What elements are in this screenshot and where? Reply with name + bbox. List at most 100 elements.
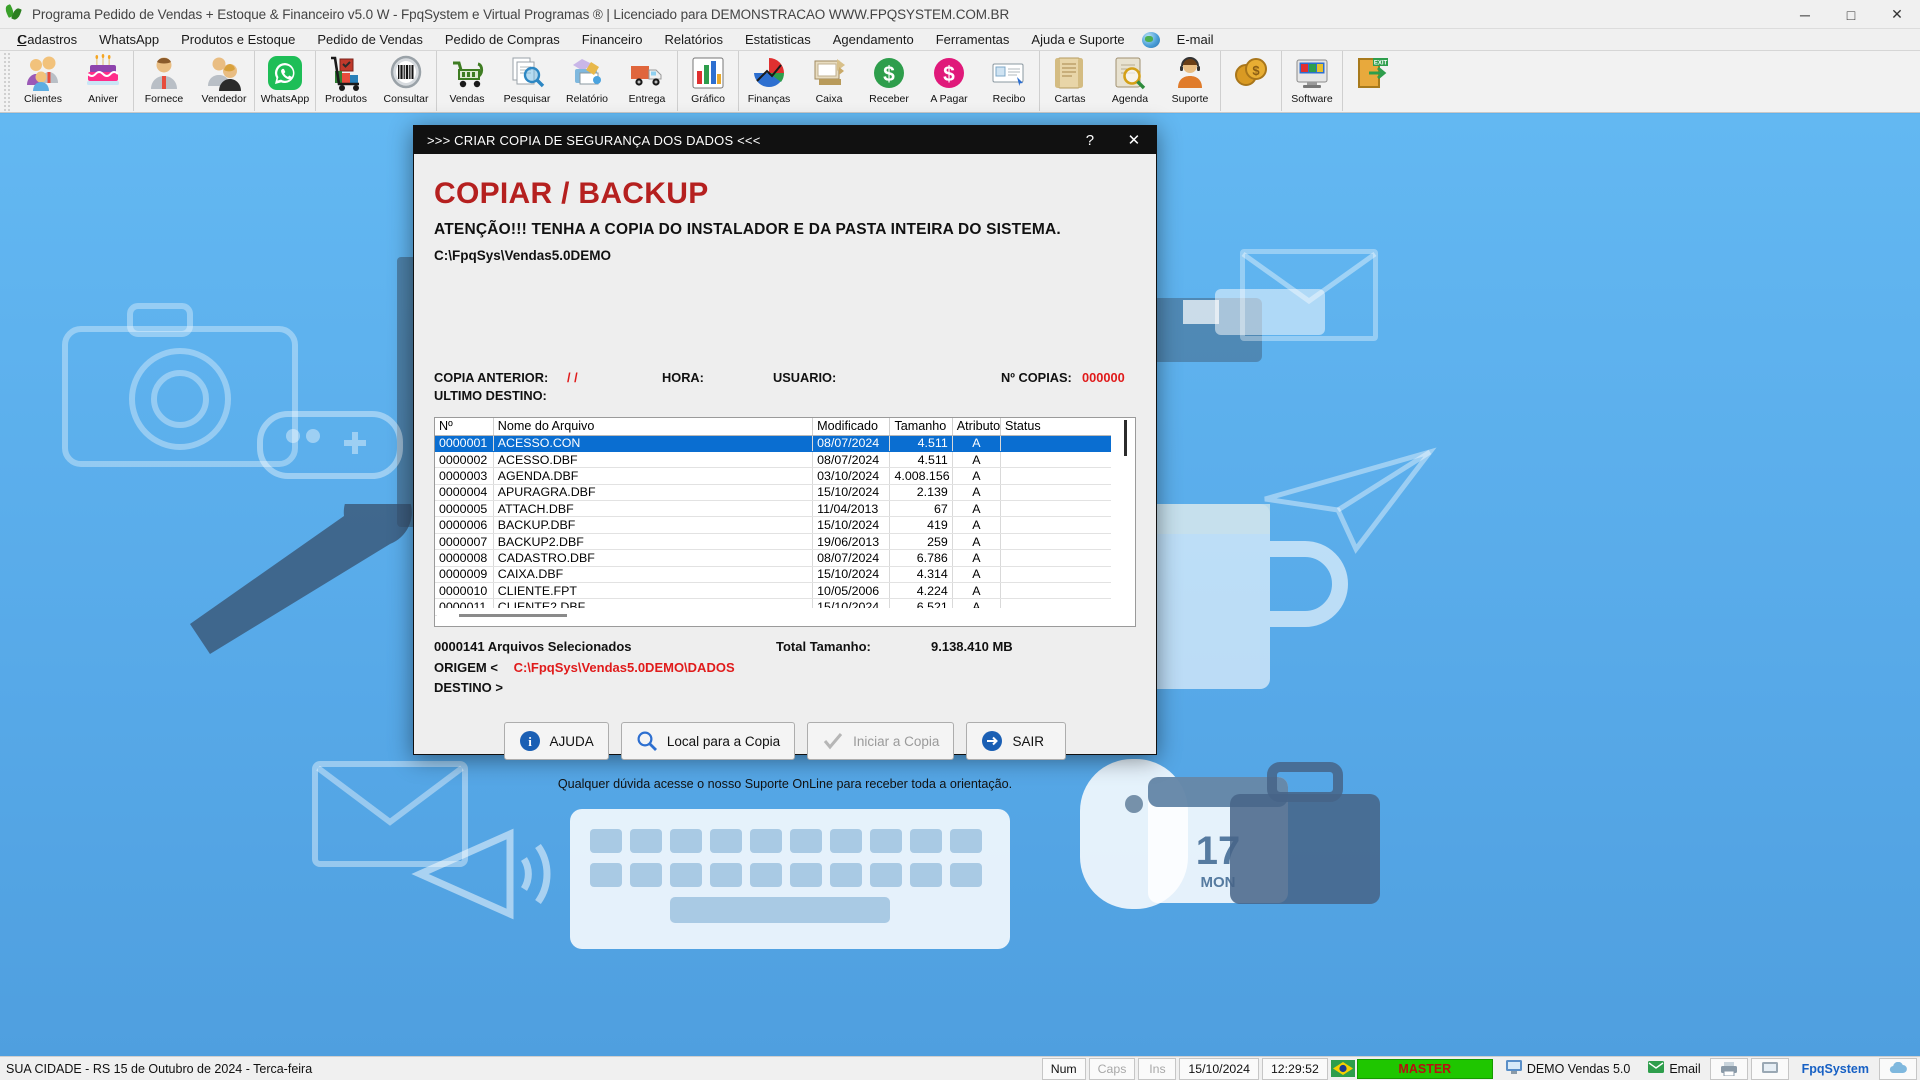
toolbar-button-vendas[interactable]: Vendas xyxy=(437,51,497,111)
toolbar-button-fornece[interactable]: Fornece xyxy=(134,51,194,111)
birthday-cake-icon xyxy=(83,53,123,93)
toolbar-button-sair[interactable]: EXIT xyxy=(1343,51,1403,111)
toolbar-button-recibo[interactable]: Recibo xyxy=(979,51,1039,111)
toolbar-button-agenda[interactable]: Agenda xyxy=(1100,51,1160,111)
toolbar-group-agenda: Cartas Agenda Suporte xyxy=(1040,51,1221,111)
toolbar-label: Suporte xyxy=(1171,93,1209,105)
toolbar-button-moedas[interactable]: $ xyxy=(1221,51,1281,111)
menu-item-ferramentas[interactable]: Ferramentas xyxy=(925,29,1021,51)
brazil-flag-icon xyxy=(1330,1059,1355,1078)
table-row[interactable]: 0000008 CADASTRO.DBF 08/07/2024 6.786 A xyxy=(435,549,1111,567)
menu-item-whatsapp[interactable]: WhatsApp xyxy=(88,29,170,51)
sair-button[interactable]: SAIR xyxy=(966,722,1067,760)
menu-item-email[interactable]: E-mail xyxy=(1166,29,1225,51)
total-size-label: Total Tamanho: xyxy=(776,639,871,654)
menu-item-pedido-vendas[interactable]: Pedido de Vendas xyxy=(306,29,434,51)
cell-atr: A xyxy=(952,549,1001,567)
horizontal-scrollbar[interactable] xyxy=(437,608,1119,624)
status-num-indicator: Num xyxy=(1041,1057,1086,1080)
vertical-scrollbar[interactable] xyxy=(1121,420,1133,604)
cell-status xyxy=(1000,467,1111,485)
toolbar-label: Software xyxy=(1291,93,1333,105)
col-header-status[interactable]: Status xyxy=(1000,418,1111,436)
toolbar-button-software[interactable]: Software xyxy=(1282,51,1342,111)
dialog-close-button[interactable]: ✕ xyxy=(1112,126,1156,154)
toolbar-grip[interactable] xyxy=(2,53,12,111)
toolbar-group-software: Software xyxy=(1282,51,1343,111)
button-label: Local para a Copia xyxy=(666,733,781,749)
table-row[interactable]: 0000001 ACESSO.CON 08/07/2024 4.511 A xyxy=(435,435,1111,452)
destino-row: DESTINO > xyxy=(434,680,515,695)
local-para-copia-button[interactable]: Local para a Copia xyxy=(620,722,796,760)
dialog-help-button[interactable]: ? xyxy=(1068,126,1112,154)
ultimo-destino-label: ULTIMO DESTINO: xyxy=(434,388,547,403)
selected-files-count: 0000141 Arquivos Selecionados xyxy=(434,639,632,654)
table-row[interactable]: 0000004 APURAGRA.DBF 15/10/2024 2.139 A xyxy=(435,484,1111,502)
toolbar-button-receber[interactable]: $ Receber xyxy=(859,51,919,111)
toolbar-label: WhatsApp xyxy=(260,93,310,105)
status-email-item[interactable]: Email xyxy=(1639,1061,1709,1076)
toolbar-button-grafico[interactable]: Gráfico xyxy=(678,51,738,111)
toolbar-button-vendedor[interactable]: Vendedor xyxy=(194,51,254,111)
ajuda-button[interactable]: i AJUDA xyxy=(503,722,609,760)
menu-label: E-mail xyxy=(1176,32,1214,47)
toolbar-button-caixa[interactable]: Caixa xyxy=(799,51,859,111)
toolbar-button-entrega[interactable]: Entrega xyxy=(617,51,677,111)
toolbar-button-suporte[interactable]: Suporte xyxy=(1160,51,1220,111)
table-row[interactable]: 0000006 BACKUP.DBF 15/10/2024 419 A xyxy=(435,516,1111,534)
toolbar-button-financas[interactable]: Finanças xyxy=(739,51,799,111)
iniciar-copia-button[interactable]: Iniciar a Copia xyxy=(807,722,955,760)
status-screen-button[interactable] xyxy=(1750,1057,1789,1080)
toolbar-button-cartas[interactable]: Cartas xyxy=(1040,51,1100,111)
menu-item-agendamento[interactable]: Agendamento xyxy=(822,29,925,51)
status-printer-button[interactable] xyxy=(1709,1057,1748,1080)
menu-item-ajuda-suporte[interactable]: Ajuda e Suporte xyxy=(1020,29,1135,51)
menu-item-estatisticas[interactable]: Estatisticas xyxy=(734,29,822,51)
status-fpqsystem-link[interactable]: FpqSystem xyxy=(1792,1062,1879,1076)
toolbar-button-apagar[interactable]: $ A Pagar xyxy=(919,51,979,111)
status-cloud-button[interactable] xyxy=(1879,1057,1917,1080)
col-header-nome[interactable]: Nome do Arquivo xyxy=(493,418,814,436)
menu-label: Ferramentas xyxy=(935,32,1010,47)
scrollbar-thumb[interactable] xyxy=(459,614,567,617)
toolbar-button-pesquisar[interactable]: Pesquisar xyxy=(497,51,557,111)
menu-bar: C Cadastros WhatsApp Produtos e Estoque P… xyxy=(0,29,1920,51)
menu-item-relatorios[interactable]: Relatórios xyxy=(653,29,734,51)
toolbar-button-relatorio[interactable]: Relatório xyxy=(557,51,617,111)
globe-icon[interactable] xyxy=(1141,31,1160,48)
destino-label: DESTINO > xyxy=(434,680,503,695)
toolbar-button-aniver[interactable]: Aniver xyxy=(73,51,133,111)
cash-register-icon xyxy=(809,53,849,93)
cell-atr: A xyxy=(952,467,1001,485)
menu-item-produtos-estoque[interactable]: Produtos e Estoque xyxy=(170,29,306,51)
table-row[interactable]: 0000007 BACKUP2.DBF 19/06/2013 259 A xyxy=(435,533,1111,551)
cell-atr: A xyxy=(952,500,1001,518)
menu-label: Produtos e Estoque xyxy=(181,32,296,47)
table-row[interactable]: 0000009 CAIXA.DBF 15/10/2024 4.314 A xyxy=(435,566,1111,584)
col-header-tamanho[interactable]: Tamanho xyxy=(889,418,953,436)
table-row[interactable]: 0000005 ATTACH.DBF 11/04/2013 67 A xyxy=(435,500,1111,518)
maximize-button[interactable]: □ xyxy=(1828,0,1874,29)
toolbar-button-whatsapp[interactable]: WhatsApp xyxy=(255,51,315,111)
col-header-modificado[interactable]: Modificado xyxy=(812,418,891,436)
minimize-button[interactable]: ─ xyxy=(1782,0,1828,29)
scrollbar-thumb[interactable] xyxy=(1124,420,1127,456)
status-demo-item[interactable]: DEMO Vendas 5.0 xyxy=(1497,1060,1640,1077)
menu-label: Pedido de Vendas xyxy=(317,32,423,47)
table-row[interactable]: 0000003 AGENDA.DBF 03/10/2024 4.008.156 A xyxy=(435,467,1111,485)
toolbar-button-produtos[interactable]: Produtos xyxy=(316,51,376,111)
file-list-panel[interactable]: Nº Nome do Arquivo Modificado Tamanho At… xyxy=(434,417,1136,627)
close-button[interactable]: ✕ xyxy=(1874,0,1920,29)
toolbar-group-pessoas: Fornece Vendedor xyxy=(134,51,255,111)
menu-item-cadastros[interactable]: C Cadastros xyxy=(6,29,88,51)
window-title: Programa Pedido de Vendas + Estoque & Fi… xyxy=(32,6,1010,22)
col-header-atributo[interactable]: Atributo xyxy=(952,418,1001,436)
toolbar-button-consultar[interactable]: Consultar xyxy=(376,51,436,111)
cell-status xyxy=(1000,451,1111,469)
toolbar-button-clientes[interactable]: Clientes xyxy=(13,51,73,111)
menu-item-pedido-compras[interactable]: Pedido de Compras xyxy=(434,29,571,51)
table-row[interactable]: 0000010 CLIENTE.FPT 10/05/2006 4.224 A xyxy=(435,582,1111,600)
col-header-no[interactable]: Nº xyxy=(435,418,494,436)
menu-item-financeiro[interactable]: Financeiro xyxy=(571,29,654,51)
table-row[interactable]: 0000002 ACESSO.DBF 08/07/2024 4.511 A xyxy=(435,451,1111,469)
